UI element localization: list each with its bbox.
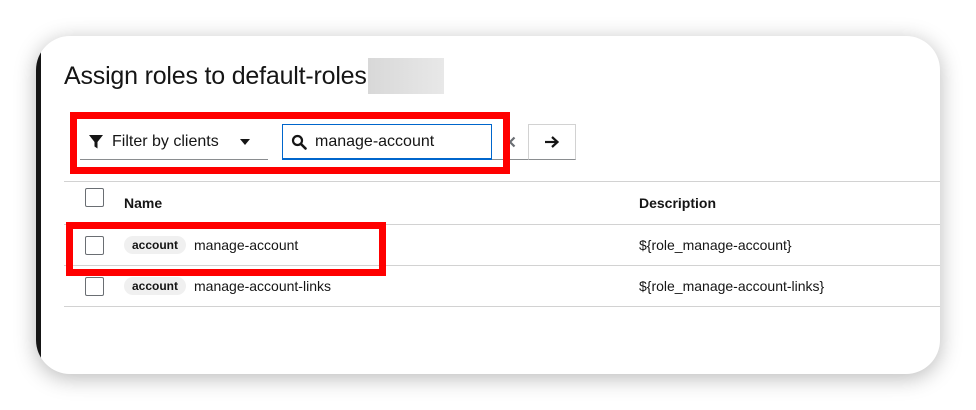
clear-search-button[interactable] [492,124,528,160]
assign-roles-modal: Assign roles to default-roles Filter by … [36,36,940,374]
close-icon [504,136,516,147]
row-checkbox[interactable] [84,276,104,296]
filter-icon [89,134,103,148]
row-checkbox[interactable] [84,235,104,255]
table-row[interactable]: account manage-account-links ${role_mana… [64,266,940,307]
role-description: ${role_manage-account-links} [639,278,825,294]
filter-label: Filter by clients [112,132,219,150]
role-name: manage-account-links [194,278,331,294]
caret-down-icon [240,138,250,145]
role-name-cell: account manage-account [124,236,639,254]
search-icon [291,134,307,150]
client-badge: account [124,236,187,254]
search-input[interactable] [315,132,475,151]
role-name: manage-account [194,237,299,253]
redacted-block [367,58,444,94]
role-description: ${role_manage-account} [639,237,792,253]
search-submit-button[interactable] [528,124,576,160]
client-badge: account [124,277,187,295]
modal-header: Assign roles to default-roles [64,58,444,94]
select-all-checkbox[interactable] [84,187,104,207]
search-box[interactable] [282,124,492,160]
toolbar: Filter by clients [80,124,576,160]
column-header-description[interactable]: Description [639,195,940,211]
table-header: Name Description [64,181,940,225]
arrow-right-icon [545,136,560,148]
table-row[interactable]: account manage-account ${role_manage-acc… [64,225,940,266]
column-header-name[interactable]: Name [124,195,639,211]
role-name-cell: account manage-account-links [124,277,639,295]
modal-left-edge [36,36,41,374]
filter-by-clients-select[interactable]: Filter by clients [80,124,268,160]
modal-title: Assign roles to default-roles [64,61,367,90]
roles-table: Name Description account manage-account … [64,181,940,307]
